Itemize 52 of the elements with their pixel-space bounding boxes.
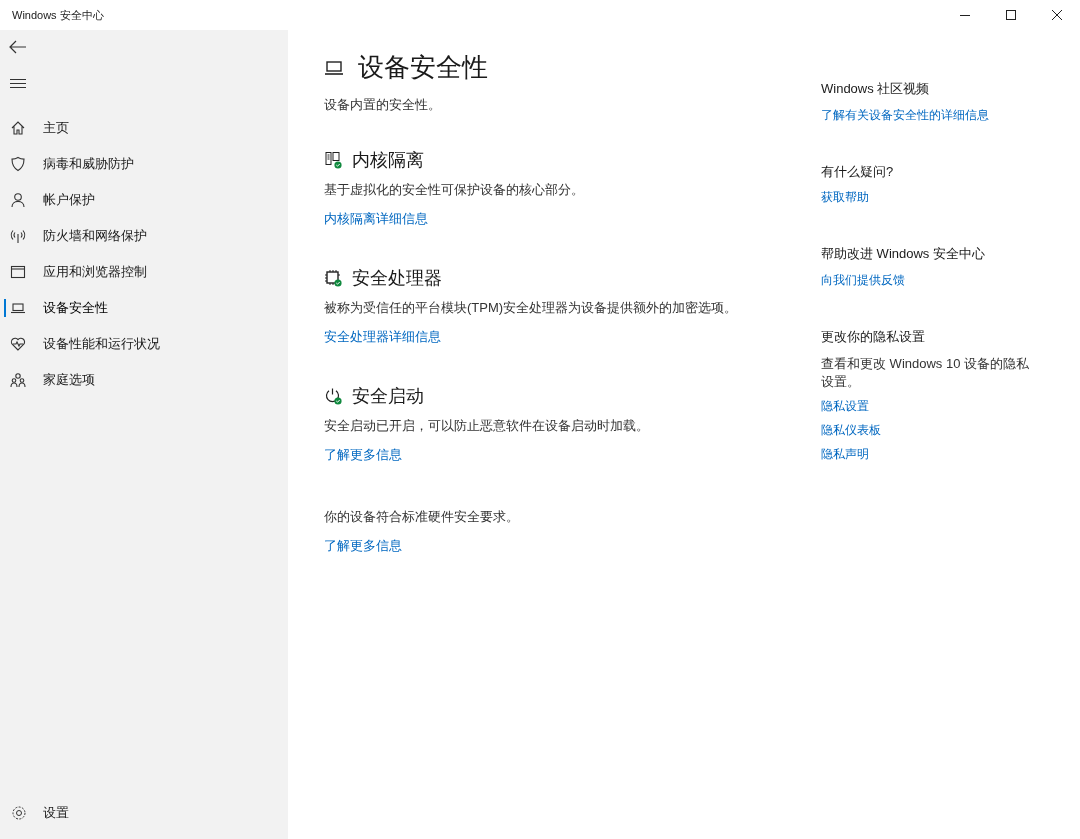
nav-item[interactable]: 家庭选项	[0, 362, 288, 398]
family-icon	[10, 372, 26, 388]
aside-heading: 更改你的隐私设置	[821, 327, 926, 346]
details-link[interactable]: 了解更多信息	[324, 445, 402, 465]
help-link[interactable]: 向我们提供反馈	[821, 270, 905, 289]
nav-item[interactable]: 帐户保护	[0, 182, 288, 218]
laptop-icon	[10, 300, 26, 316]
nav-item[interactable]: 防火墙和网络保护	[0, 218, 288, 254]
power-icon	[324, 387, 342, 405]
person-icon	[10, 192, 26, 208]
section-description: 安全启动已开启，可以防止恶意软件在设备启动时加载。	[324, 416, 650, 435]
nav-item[interactable]: 应用和浏览器控制	[0, 254, 288, 290]
aside-heading: Windows 社区视频	[821, 80, 931, 98]
compliance-text: 你的设备符合标准硬件安全要求。	[324, 507, 520, 526]
core-isolation-icon	[324, 151, 342, 169]
details-link[interactable]: 安全处理器详细信息	[324, 327, 441, 347]
aside-description: 查看和更改 Windows 10 设备的隐私设置。	[821, 355, 1031, 391]
window-title: Windows 安全中心	[12, 7, 105, 23]
section-description: 被称为受信任的平台模块(TPM)安全处理器为设备提供额外的加密选项。	[324, 298, 739, 317]
browser-window-icon	[10, 264, 26, 280]
nav-item[interactable]: 设备性能和运行状况	[0, 326, 288, 362]
help-link[interactable]: 隐私设置	[821, 397, 869, 415]
antenna-icon	[10, 228, 26, 244]
processor-icon	[324, 269, 342, 287]
back-arrow-icon	[9, 40, 27, 54]
learn-more-link[interactable]: 了解更多信息	[324, 536, 402, 556]
heart-icon	[10, 336, 26, 352]
section-title: 安全处理器	[352, 266, 442, 290]
nav-item[interactable]: 主页	[0, 110, 288, 146]
help-link[interactable]: 了解有关设备安全性的详细信息	[821, 105, 989, 124]
laptop-icon	[324, 59, 344, 76]
section-description: 基于虚拟化的安全性可保护设备的核心部分。	[324, 180, 585, 199]
maximize-icon	[1006, 10, 1016, 20]
settings-icon	[11, 805, 27, 821]
details-link[interactable]: 内核隔离详细信息	[324, 209, 428, 229]
nav-item[interactable]: 病毒和威胁防护	[0, 146, 288, 182]
section-title: 安全启动	[352, 384, 424, 408]
menu-icon	[10, 78, 26, 88]
help-link[interactable]: 隐私仪表板	[821, 421, 881, 439]
aside-heading: 帮助改进 Windows 安全中心	[821, 245, 986, 263]
aside-heading: 有什么疑问?	[821, 162, 895, 181]
nav-item[interactable]: 设备安全性	[0, 290, 288, 326]
close-icon	[1052, 10, 1062, 20]
selection-indicator	[4, 299, 6, 317]
page-title: 设备安全性	[358, 51, 488, 84]
settings-item[interactable]: 设置	[0, 795, 288, 831]
home-icon	[10, 120, 26, 136]
page-subtitle: 设备内置的安全性。	[324, 96, 442, 114]
section-title: 内核隔离	[352, 148, 424, 172]
help-link[interactable]: 获取帮助	[821, 188, 869, 206]
shield-icon	[10, 156, 26, 172]
help-link[interactable]: 隐私声明	[821, 445, 869, 463]
